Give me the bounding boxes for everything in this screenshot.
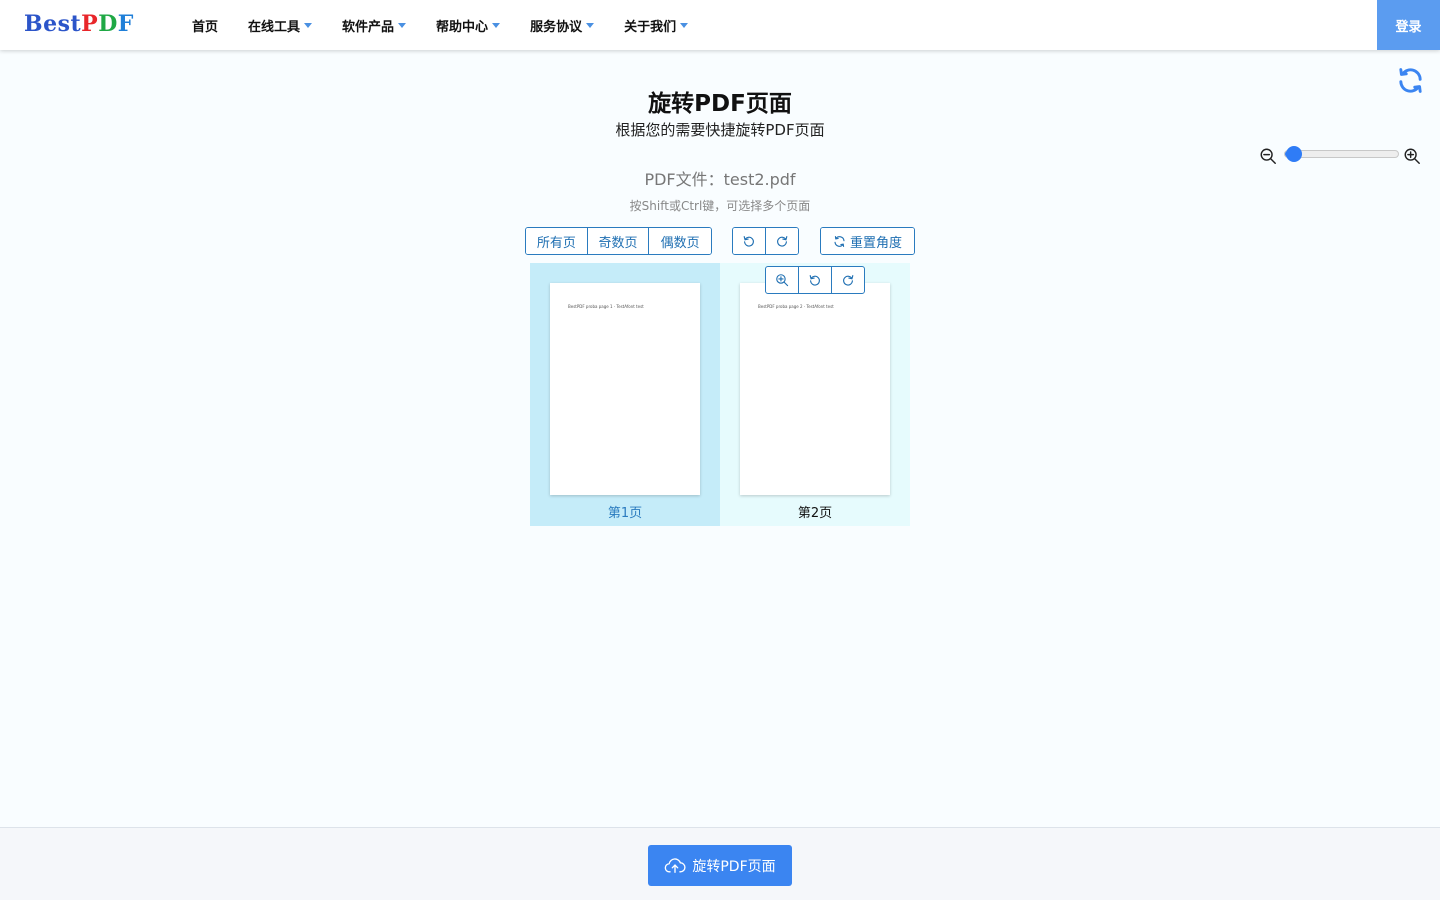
- caret-down-icon: [398, 23, 407, 28]
- submit-label: 旋转PDF页面: [692, 858, 776, 875]
- nav-home[interactable]: 首页: [192, 16, 218, 35]
- nav-online-tools[interactable]: 在线工具: [248, 16, 313, 35]
- reset-angle-button[interactable]: 重置角度: [821, 228, 914, 254]
- rotate-pdf-submit-button[interactable]: 旋转PDF页面: [648, 845, 792, 886]
- page-sheet-text: BestPDF proba page 2 · TestAfont test: [758, 304, 834, 309]
- rotate-right-button[interactable]: [765, 228, 798, 254]
- logo-p: P: [81, 11, 99, 37]
- footer-bar: 旋转PDF页面: [0, 827, 1440, 900]
- page-thumbnail-2[interactable]: BestPDF proba page 2 · TestAfont test 第2…: [720, 263, 910, 526]
- nav-label: 首页: [192, 19, 219, 35]
- rotate-left-icon: [743, 236, 754, 247]
- page-label: 第1页: [607, 506, 643, 521]
- page-select-group: 所有页 奇数页 偶数页: [525, 227, 712, 255]
- logo[interactable]: BestPDF: [24, 11, 134, 37]
- nav-label: 帮助中心: [436, 19, 489, 35]
- zoom-in-icon[interactable]: [1403, 147, 1421, 165]
- caret-down-icon: [586, 23, 595, 28]
- page-zoom-button[interactable]: [766, 267, 799, 293]
- logo-best: Best: [24, 11, 82, 37]
- nav-software[interactable]: 软件产品: [342, 16, 407, 35]
- logo-d: D: [98, 11, 118, 37]
- nav-label: 在线工具: [248, 19, 301, 35]
- page-tools: [765, 266, 865, 294]
- page-label: 第2页: [797, 506, 833, 521]
- refresh-small-icon: [834, 235, 845, 247]
- nav-help[interactable]: 帮助中心: [436, 16, 501, 35]
- page-rotate-left-button[interactable]: [799, 267, 832, 293]
- file-name-label: PDF文件：test2.pdf: [644, 170, 796, 189]
- nav-service[interactable]: 服务协议: [530, 16, 595, 35]
- even-pages-button[interactable]: 偶数页: [649, 228, 711, 254]
- caret-down-icon: [680, 23, 689, 28]
- page-sheet: BestPDF proba page 2 · TestAfont test: [740, 283, 890, 495]
- cloud-upload-icon: [665, 857, 686, 873]
- page-sheet-text: BestPDF proba page 1 · TestAfont test: [568, 304, 644, 309]
- nav-label: 关于我们: [624, 19, 677, 35]
- all-pages-button[interactable]: 所有页: [526, 228, 588, 254]
- rotate-left-icon: [809, 275, 820, 286]
- rotate-right-icon: [843, 275, 854, 286]
- nav-label: 服务协议: [530, 19, 583, 35]
- nav-label: 软件产品: [342, 19, 395, 35]
- logo-f: F: [117, 11, 134, 37]
- page-subtitle: 根据您的需要快捷旋转PDF页面: [615, 121, 825, 139]
- login-button[interactable]: 登录: [1377, 0, 1440, 50]
- reset-group: 重置角度: [820, 227, 915, 255]
- nav-about[interactable]: 关于我们: [624, 16, 689, 35]
- reset-angle-label: 重置角度: [849, 235, 902, 251]
- caret-down-icon: [304, 23, 313, 28]
- zoom-slider-thumb[interactable]: [1286, 146, 1303, 162]
- zoom-slider[interactable]: [1284, 146, 1399, 162]
- main-nav: 首页 在线工具 软件产品 帮助中心 服务协议 关于我们: [192, 0, 718, 50]
- zoom-out-icon[interactable]: [1259, 147, 1277, 165]
- rotate-left-button[interactable]: [733, 228, 766, 254]
- rotate-right-icon: [776, 236, 788, 247]
- zoom-in-icon: [776, 274, 789, 287]
- header: BestPDF 首页 在线工具 软件产品 帮助中心 服务协议 关于我们 登录: [0, 0, 1440, 50]
- page-thumbnail-1[interactable]: BestPDF proba page 1 · TestAfont test 第1…: [530, 263, 720, 526]
- caret-down-icon: [492, 23, 501, 28]
- page-rotate-right-button[interactable]: [832, 267, 864, 293]
- selection-hint: 按Shift或Ctrl键，可选择多个页面: [629, 199, 811, 213]
- rotate-group: [732, 227, 799, 255]
- odd-pages-button[interactable]: 奇数页: [587, 228, 650, 254]
- page-sheet: BestPDF proba page 1 · TestAfont test: [550, 283, 700, 495]
- page-title: 旋转PDF页面: [648, 91, 792, 117]
